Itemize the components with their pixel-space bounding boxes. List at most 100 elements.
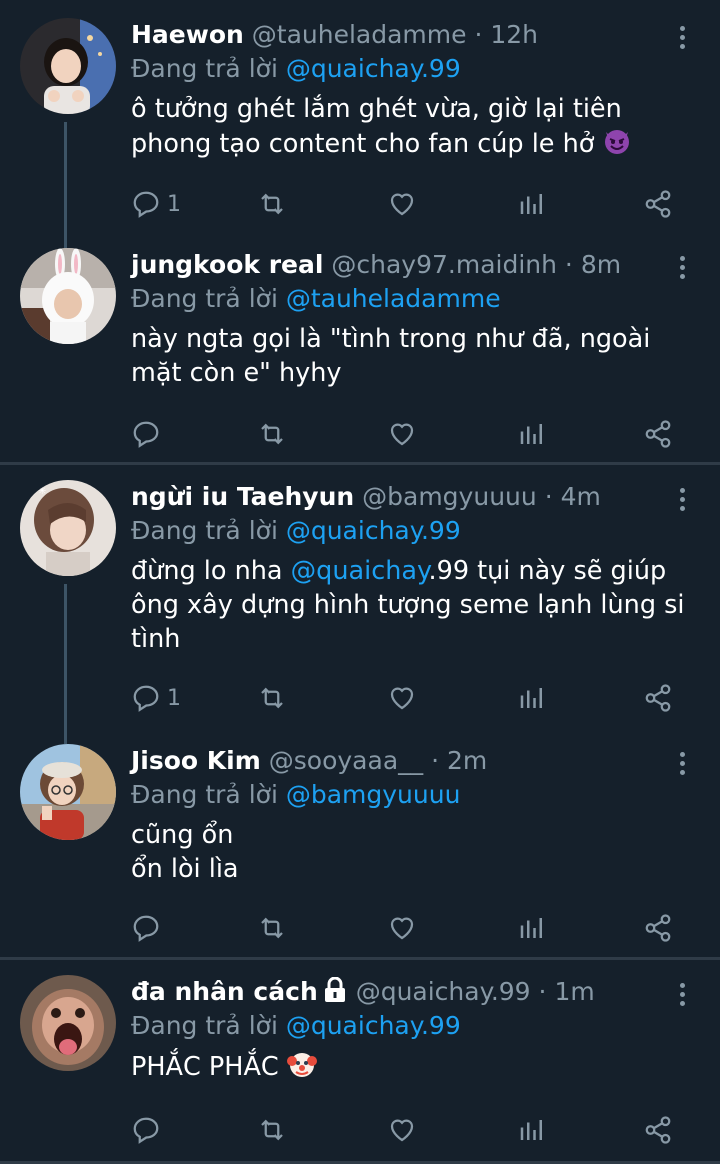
display-name[interactable]: jungkook real xyxy=(131,250,323,279)
tweet-text: PHẮC PHẮC xyxy=(131,1049,691,1088)
bar-chart-icon xyxy=(520,194,542,214)
bar-chart-icon xyxy=(520,1120,542,1140)
retweet-icon xyxy=(261,687,283,709)
avatar[interactable] xyxy=(20,975,116,1071)
more-options-icon[interactable] xyxy=(672,256,692,284)
reply-icon xyxy=(133,191,159,218)
tweet-text-body: PHẮC PHẮC xyxy=(131,1052,279,1082)
reply-count: 1 xyxy=(167,191,181,217)
share-icon xyxy=(645,420,671,448)
analytics-button[interactable] xyxy=(517,678,547,718)
dot-separator: · xyxy=(544,482,553,511)
share-button[interactable] xyxy=(643,678,673,718)
user-handle[interactable]: @tauheladamme xyxy=(252,20,467,49)
inline-mention[interactable]: @quaichay xyxy=(291,556,429,586)
heart-icon xyxy=(390,193,414,216)
avatar[interactable] xyxy=(20,18,116,114)
display-name[interactable]: ngừi iu Taehyun xyxy=(131,482,354,511)
display-name[interactable]: Jisoo Kim xyxy=(131,746,261,775)
bar-chart-icon xyxy=(520,424,542,444)
like-button[interactable] xyxy=(387,908,417,948)
more-options-icon[interactable] xyxy=(672,488,692,516)
tweet-header: jungkook real @chay97.maidinh · 8m xyxy=(131,248,691,282)
replying-to-mention[interactable]: @quaichay.99 xyxy=(286,54,461,83)
share-button[interactable] xyxy=(643,908,673,948)
retweet-icon xyxy=(261,1119,283,1141)
heart-icon xyxy=(390,917,414,940)
retweet-icon xyxy=(261,423,283,445)
retweet-button[interactable] xyxy=(257,184,287,224)
share-icon xyxy=(645,1116,671,1144)
tweet-text: này ngta gọi là "tình trong như đã, ngoà… xyxy=(131,324,651,388)
display-name[interactable]: Haewon xyxy=(131,20,244,49)
like-button[interactable] xyxy=(387,184,417,224)
replying-to-mention[interactable]: @quaichay.99 xyxy=(286,1011,461,1040)
avatar[interactable]: ✳ xyxy=(20,480,116,576)
reply-icon xyxy=(133,685,159,712)
share-icon xyxy=(645,190,671,218)
timestamp[interactable]: 1m xyxy=(554,977,594,1006)
replying-to-label: Đang trả lời xyxy=(131,516,278,545)
more-options-icon[interactable] xyxy=(672,983,692,1011)
retweet-button[interactable] xyxy=(257,678,287,718)
tweet-header: Jisoo Kim @sooyaaa__ · 2m xyxy=(131,744,691,778)
user-handle[interactable]: @chay97.maidinh xyxy=(331,250,557,279)
replying-to: Đang trả lời @tauheladamme xyxy=(131,282,691,316)
user-handle[interactable]: @quaichay.99 xyxy=(356,977,531,1006)
share-button[interactable] xyxy=(643,184,673,224)
heart-icon xyxy=(390,1119,414,1142)
avatar[interactable] xyxy=(20,248,116,344)
replying-to-mention[interactable]: @tauheladamme xyxy=(286,284,501,313)
tweet-text-body: ô tưởng ghét lắm ghét vừa, giờ lại tiên … xyxy=(131,94,622,159)
display-name[interactable]: đa nhân cách xyxy=(131,977,318,1006)
retweet-button[interactable] xyxy=(257,1110,287,1150)
tweet-header: Haewon @tauheladamme · 12h xyxy=(131,18,691,52)
tweet-text: ô tưởng ghét lắm ghét vừa, giờ lại tiên … xyxy=(131,92,691,165)
replying-to: Đang trả lời @quaichay.99 xyxy=(131,52,691,86)
dot-separator: · xyxy=(431,746,440,775)
share-icon xyxy=(645,684,671,712)
share-button[interactable] xyxy=(643,414,673,454)
analytics-button[interactable] xyxy=(517,908,547,948)
user-handle[interactable]: @bamgyuuuu xyxy=(362,482,537,511)
replying-to-label: Đang trả lời xyxy=(131,54,278,83)
tweet-header: đa nhân cách @quaichay.99 · 1m xyxy=(131,975,691,1009)
more-options-icon[interactable] xyxy=(672,752,692,780)
reply-icon xyxy=(133,915,159,942)
dot-separator: · xyxy=(564,250,573,279)
replying-to: Đang trả lời @bamgyuuuu xyxy=(131,778,691,812)
tweet-actions xyxy=(131,908,691,948)
replying-to-mention[interactable]: @bamgyuuuu xyxy=(286,780,461,809)
reply-button[interactable]: 1 xyxy=(131,678,181,718)
tweet-header: ngừi iu Taehyun @bamgyuuuu · 4m xyxy=(131,480,691,514)
replying-to-mention[interactable]: @quaichay.99 xyxy=(286,516,461,545)
analytics-button[interactable] xyxy=(517,1110,547,1150)
tweet-actions: 1 xyxy=(131,678,691,718)
user-handle[interactable]: @sooyaaa__ xyxy=(269,746,423,775)
analytics-button[interactable] xyxy=(517,414,547,454)
reply-button[interactable] xyxy=(131,414,167,454)
replying-to-label: Đang trả lời xyxy=(131,780,278,809)
reply-button[interactable] xyxy=(131,1110,167,1150)
reply-button[interactable]: 1 xyxy=(131,184,181,224)
avatar[interactable] xyxy=(20,744,116,840)
timestamp[interactable]: 12h xyxy=(490,20,538,49)
retweet-button[interactable] xyxy=(257,414,287,454)
share-button[interactable] xyxy=(643,1110,673,1150)
heart-icon xyxy=(390,423,414,446)
replying-to-label: Đang trả lời xyxy=(131,284,278,313)
retweet-button[interactable] xyxy=(257,908,287,948)
reply-button[interactable] xyxy=(131,908,167,948)
reply-feed: Haewon @tauheladamme · 12h Đang trả lời … xyxy=(0,0,720,1164)
timestamp[interactable]: 8m xyxy=(581,250,621,279)
timestamp[interactable]: 4m xyxy=(561,482,601,511)
like-button[interactable] xyxy=(387,414,417,454)
more-options-icon[interactable] xyxy=(672,26,692,54)
bar-chart-icon xyxy=(520,918,542,938)
like-button[interactable] xyxy=(387,678,417,718)
tweet-actions xyxy=(131,1110,691,1150)
like-button[interactable] xyxy=(387,1110,417,1150)
dot-separator: · xyxy=(474,20,483,49)
timestamp[interactable]: 2m xyxy=(447,746,487,775)
analytics-button[interactable] xyxy=(517,184,547,224)
